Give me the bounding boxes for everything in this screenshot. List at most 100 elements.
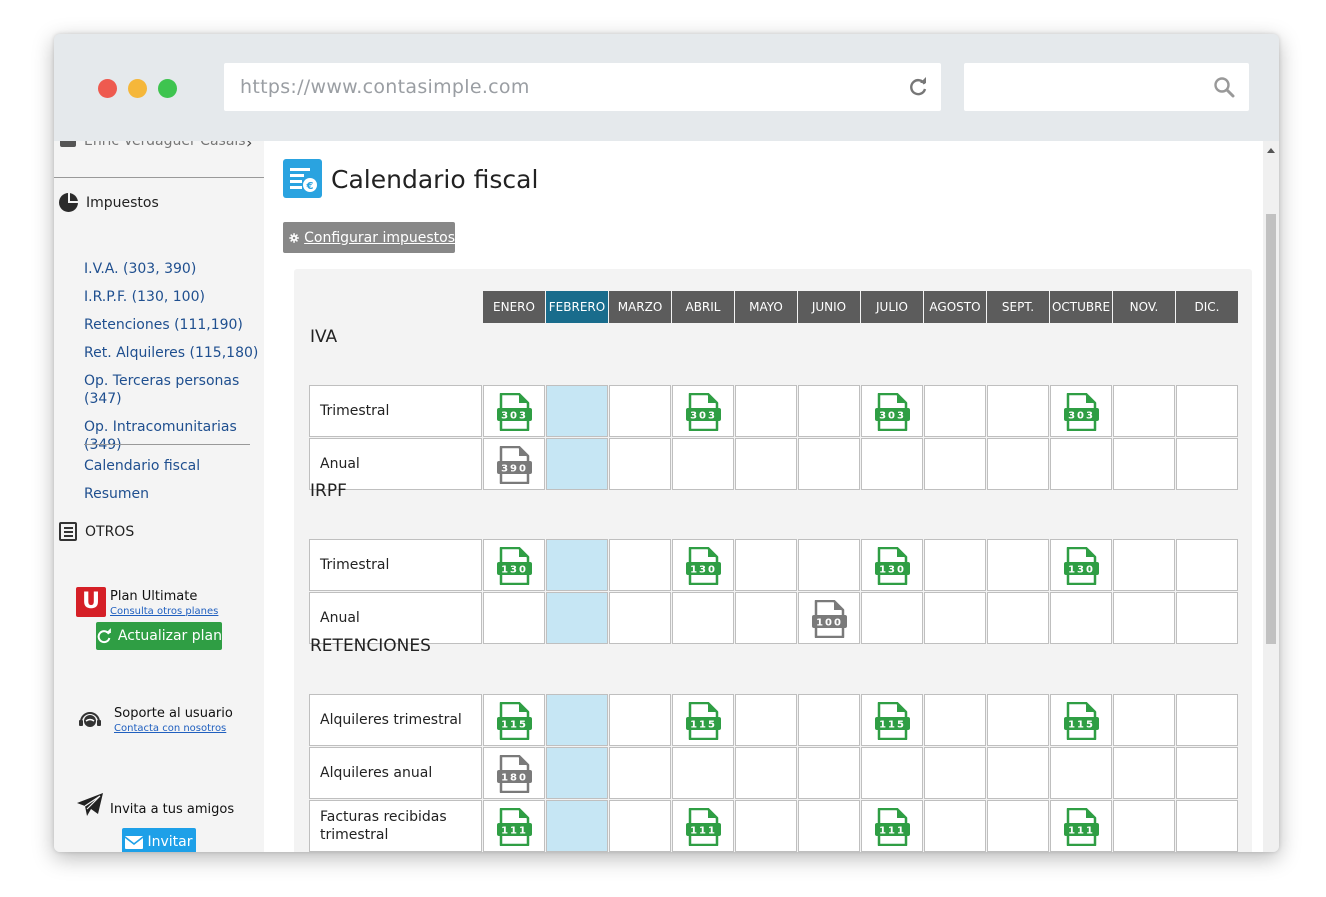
calendar-cell[interactable]: 115 <box>483 694 545 746</box>
calendar-cell[interactable] <box>1113 800 1175 852</box>
tax-form-icon[interactable]: 111 <box>1064 808 1100 846</box>
calendar-cell[interactable] <box>546 592 608 644</box>
calendar-cell[interactable] <box>798 539 860 591</box>
calendar-cell[interactable] <box>1176 539 1238 591</box>
calendar-cell[interactable] <box>735 747 797 799</box>
calendar-cell[interactable] <box>1176 438 1238 490</box>
vertical-scrollbar[interactable] <box>1263 141 1279 852</box>
calendar-cell[interactable] <box>735 694 797 746</box>
calendar-cell[interactable] <box>798 747 860 799</box>
invite-button[interactable]: Invitar <box>122 828 196 852</box>
tax-form-icon[interactable]: 303 <box>875 393 911 431</box>
calendar-cell[interactable] <box>798 694 860 746</box>
calendar-cell[interactable] <box>735 438 797 490</box>
calendar-cell[interactable] <box>735 800 797 852</box>
calendar-cell[interactable]: 111 <box>1050 800 1112 852</box>
calendar-cell[interactable] <box>987 694 1049 746</box>
calendar-cell[interactable] <box>1113 694 1175 746</box>
calendar-cell[interactable]: 115 <box>1050 694 1112 746</box>
calendar-cell[interactable]: 130 <box>483 539 545 591</box>
sidebar-item-irpf[interactable]: I.R.P.F. (130, 100) <box>84 288 259 306</box>
scroll-up-arrow-icon[interactable] <box>1267 148 1275 153</box>
calendar-cell[interactable] <box>1176 694 1238 746</box>
calendar-cell[interactable] <box>924 539 986 591</box>
calendar-cell[interactable]: 111 <box>672 800 734 852</box>
calendar-cell[interactable]: 115 <box>672 694 734 746</box>
url-text[interactable]: https://www.contasimple.com <box>240 76 530 98</box>
calendar-cell[interactable] <box>1113 592 1175 644</box>
calendar-cell[interactable] <box>546 800 608 852</box>
calendar-cell[interactable] <box>672 438 734 490</box>
tax-form-icon[interactable]: 111 <box>875 808 911 846</box>
calendar-cell[interactable] <box>1176 385 1238 437</box>
tax-form-icon[interactable]: 130 <box>1064 547 1100 585</box>
calendar-cell[interactable] <box>735 539 797 591</box>
update-plan-button[interactable]: Actualizar plan <box>96 622 222 650</box>
minimize-window-button[interactable] <box>128 79 147 98</box>
calendar-cell[interactable] <box>546 694 608 746</box>
tax-form-icon[interactable]: 303 <box>686 393 722 431</box>
calendar-cell[interactable]: 130 <box>1050 539 1112 591</box>
tax-form-icon[interactable]: 115 <box>686 702 722 740</box>
calendar-cell[interactable]: 130 <box>672 539 734 591</box>
calendar-cell[interactable]: 303 <box>1050 385 1112 437</box>
calendar-cell[interactable] <box>1113 539 1175 591</box>
reload-icon[interactable] <box>907 76 929 98</box>
calendar-cell[interactable] <box>609 592 671 644</box>
calendar-cell[interactable]: 100 <box>798 592 860 644</box>
calendar-cell[interactable] <box>798 385 860 437</box>
tax-form-icon[interactable]: 130 <box>686 547 722 585</box>
calendar-cell[interactable] <box>672 747 734 799</box>
tax-form-icon[interactable]: 111 <box>686 808 722 846</box>
calendar-cell[interactable]: 303 <box>672 385 734 437</box>
calendar-cell[interactable]: 111 <box>483 800 545 852</box>
calendar-cell[interactable] <box>546 539 608 591</box>
calendar-cell[interactable] <box>861 592 923 644</box>
tax-form-icon[interactable]: 115 <box>1064 702 1100 740</box>
calendar-cell[interactable]: 303 <box>861 385 923 437</box>
close-window-button[interactable] <box>98 79 117 98</box>
calendar-cell[interactable] <box>546 438 608 490</box>
sidebar-item-calendario-fiscal[interactable]: Calendario fiscal <box>84 457 259 475</box>
tax-form-icon[interactable]: 115 <box>875 702 911 740</box>
calendar-cell[interactable]: 180 <box>483 747 545 799</box>
calendar-cell[interactable] <box>1050 747 1112 799</box>
calendar-cell[interactable] <box>672 592 734 644</box>
contact-link[interactable]: Contacta con nosotros <box>114 723 226 734</box>
calendar-cell[interactable] <box>1176 592 1238 644</box>
calendar-cell[interactable] <box>609 800 671 852</box>
calendar-cell[interactable] <box>483 592 545 644</box>
calendar-cell[interactable]: 130 <box>861 539 923 591</box>
sidebar-item-intracomunitarias[interactable]: Op. Intracomunitarias (349) <box>84 418 259 454</box>
sidebar-item-retenciones[interactable]: Retenciones (111,190) <box>84 316 259 334</box>
calendar-cell[interactable] <box>609 747 671 799</box>
other-plans-link[interactable]: Consulta otros planes <box>110 606 218 617</box>
calendar-cell[interactable]: 390 <box>483 438 545 490</box>
calendar-cell[interactable] <box>1176 800 1238 852</box>
calendar-cell[interactable] <box>735 592 797 644</box>
browser-search-bar[interactable] <box>964 63 1249 111</box>
tax-form-icon[interactable]: 180 <box>497 755 533 793</box>
calendar-cell[interactable] <box>987 592 1049 644</box>
calendar-cell[interactable] <box>609 539 671 591</box>
calendar-cell[interactable] <box>1113 438 1175 490</box>
calendar-cell[interactable] <box>609 438 671 490</box>
section-impuestos[interactable]: Impuestos <box>59 193 159 212</box>
tax-form-icon[interactable]: 130 <box>497 547 533 585</box>
calendar-cell[interactable] <box>1176 747 1238 799</box>
calendar-cell[interactable] <box>1113 385 1175 437</box>
user-menu[interactable]: Enric Verdaguer Casals › <box>60 141 252 152</box>
calendar-cell[interactable] <box>987 539 1049 591</box>
tax-form-icon[interactable]: 390 <box>497 446 533 484</box>
tax-form-icon[interactable]: 130 <box>875 547 911 585</box>
calendar-cell[interactable] <box>861 438 923 490</box>
calendar-cell[interactable]: 115 <box>861 694 923 746</box>
calendar-cell[interactable] <box>924 747 986 799</box>
sidebar-item-terceras-personas[interactable]: Op. Terceras personas (347) <box>84 372 259 408</box>
calendar-cell[interactable]: 111 <box>861 800 923 852</box>
maximize-window-button[interactable] <box>158 79 177 98</box>
calendar-cell[interactable] <box>987 747 1049 799</box>
calendar-cell[interactable] <box>924 694 986 746</box>
sidebar-item-iva[interactable]: I.V.A. (303, 390) <box>84 260 259 278</box>
calendar-cell[interactable] <box>861 747 923 799</box>
